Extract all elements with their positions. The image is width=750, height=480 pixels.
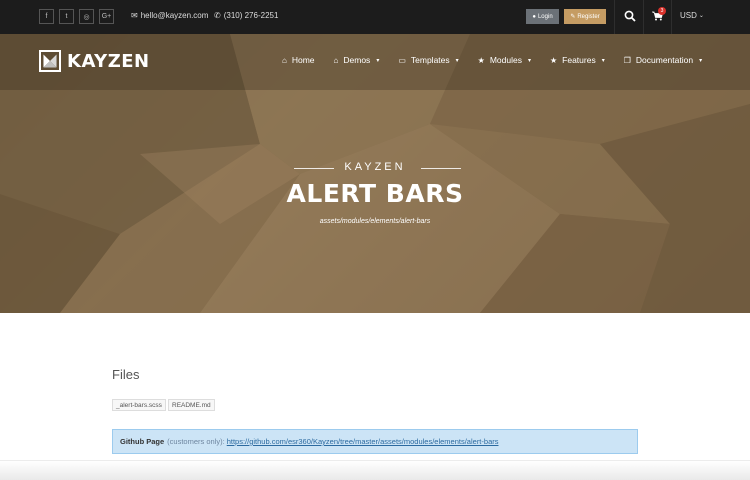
hero-kicker: KAYZEN: [344, 161, 406, 173]
nav-item-label: Features: [562, 55, 596, 65]
nav-item-features[interactable]: ★ Features ▾: [550, 55, 605, 65]
chevron-down-icon: ▾: [376, 57, 380, 64]
hero-banner: KAYZEN ⌂ Home ⌂ Demos ▾ ▭ Templates ▾ ★ …: [0, 34, 750, 313]
phone-icon: ✆: [214, 11, 221, 20]
twitter-icon[interactable]: t: [59, 9, 74, 24]
register-button[interactable]: ✎ Register: [564, 9, 606, 24]
login-button[interactable]: ● Login: [526, 9, 559, 24]
nav-item-home[interactable]: ⌂ Home: [282, 55, 315, 65]
divider: [614, 0, 615, 34]
chevron-down-icon: ▾: [527, 57, 531, 64]
primary-nav: ⌂ Home ⌂ Demos ▾ ▭ Templates ▾ ★ Modules…: [282, 55, 702, 65]
login-label: Login: [537, 13, 553, 20]
currency-select[interactable]: USD ⌄: [680, 11, 704, 20]
chevron-down-icon: ▾: [699, 57, 703, 64]
facebook-icon[interactable]: f: [39, 9, 54, 24]
module-path: assets/modules/elements/alert-bars: [319, 218, 431, 225]
edit-icon: ✎: [570, 14, 576, 20]
brand-name: KAYZEN: [67, 50, 150, 72]
brand-logo[interactable]: KAYZEN: [39, 50, 150, 72]
phone-text: (310) 276-2251: [223, 11, 279, 20]
chevron-down-icon: ▾: [455, 57, 459, 64]
nav-item-label: Modules: [489, 55, 522, 65]
nav-item-documentation[interactable]: ❐ Documentation ▾: [624, 55, 702, 65]
page-footer-edge: [0, 460, 750, 480]
divider: [643, 0, 644, 34]
nav-item-label: Home: [291, 55, 315, 65]
home-icon: ⌂: [333, 55, 339, 65]
chevron-down-icon: ⌄: [698, 13, 704, 19]
google-plus-icon[interactable]: G+: [99, 9, 114, 24]
top-bar: f t ◎ G+ ✉ hello@kayzen.com ✆ (310) 276-…: [0, 0, 750, 34]
email-text: hello@kayzen.com: [140, 11, 209, 20]
copy-icon: ❐: [623, 55, 631, 65]
user-icon: ●: [532, 13, 536, 20]
main-content: Files _alert-bars.scss README.md Github …: [0, 313, 750, 480]
nav-item-label: Demos: [343, 55, 371, 65]
email-link[interactable]: ✉ hello@kayzen.com: [131, 11, 208, 20]
file-tag-readme[interactable]: README.md: [168, 399, 215, 411]
nav-item-label: Templates: [410, 55, 450, 65]
cart-count-badge: 3: [658, 7, 666, 15]
instagram-icon[interactable]: ◎: [79, 9, 94, 24]
star-icon: ★: [477, 55, 485, 65]
chevron-down-icon: ▾: [601, 57, 605, 64]
currency-value: USD: [680, 11, 697, 20]
github-label: Github Page: [120, 437, 165, 446]
nav-item-modules[interactable]: ★ Modules ▾: [478, 55, 531, 65]
file-tag-scss[interactable]: _alert-bars.scss: [112, 399, 166, 411]
divider: [671, 0, 672, 34]
github-alert-bar: Github Page (customers only): https://gi…: [112, 429, 638, 454]
page-title: ALERT BARS: [286, 179, 464, 208]
star-icon: ★: [549, 55, 558, 65]
nav-item-templates[interactable]: ▭ Templates ▾: [398, 55, 458, 65]
nav-item-label: Documentation: [635, 55, 694, 65]
search-icon[interactable]: [624, 10, 636, 22]
files-heading: Files: [112, 367, 140, 382]
nav-item-demos[interactable]: ⌂ Demos ▾: [334, 55, 380, 65]
github-note: (customers only):: [167, 437, 225, 446]
home-icon: ⌂: [282, 55, 287, 65]
phone-link[interactable]: ✆ (310) 276-2251: [214, 11, 278, 20]
monitor-icon: ▭: [398, 55, 406, 65]
kayzen-logo-icon: [39, 50, 61, 72]
register-label: Register: [577, 13, 600, 20]
github-link[interactable]: https://github.com/esr360/Kayzen/tree/ma…: [227, 437, 499, 446]
envelope-icon: ✉: [131, 11, 138, 20]
